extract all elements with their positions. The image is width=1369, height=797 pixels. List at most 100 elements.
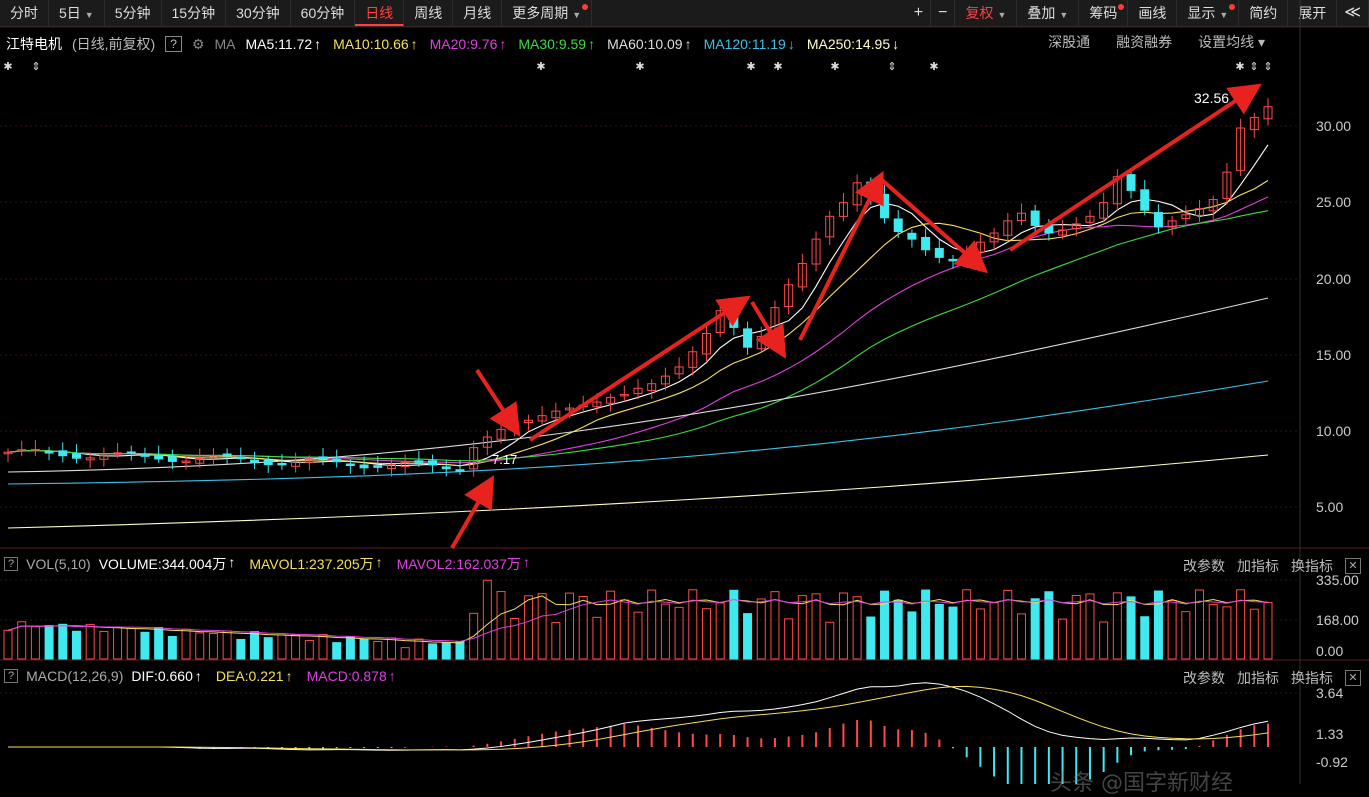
volume-bar [784,618,794,660]
macd-help-icon[interactable]: ? [4,669,19,683]
candle-body [250,459,260,463]
trend-arrow-icon: ↑ [194,668,202,684]
volume-bar [523,595,533,660]
candle-body [948,258,958,262]
candle-body [1153,211,1163,228]
volume-bar [428,643,438,660]
volume-bar [263,637,273,660]
volume-bar [236,638,246,660]
volume-bar [345,636,355,660]
volume-bar [250,631,260,660]
volume-bar [373,641,383,660]
event-marker-icon: ⇕ [31,61,40,73]
candle-body [140,454,150,457]
volume-bar [332,642,342,660]
volume-ma-lines [7,595,1269,644]
volume-bar [386,637,396,660]
volume-bar [44,625,54,660]
axis-tick-label: 10.00 [1316,423,1352,439]
candle-body [154,455,164,460]
volume-help-icon[interactable]: ? [4,557,19,571]
panel-action-1[interactable]: 加指标 [1237,668,1279,688]
volume-bar [71,630,81,660]
axis-tick-label: 15.00 [1316,347,1352,363]
close-icon[interactable]: ✕ [1345,670,1361,686]
trend-arrow [475,368,521,437]
candle-body [44,451,54,454]
volume-bar [565,592,575,660]
volume-bar [1140,616,1150,660]
field-0: DIF:0.660 [131,668,193,684]
volume-bar [441,642,451,660]
volume-bar [455,641,465,660]
volume-bar [414,638,424,660]
trend-arrow [450,475,494,549]
high-annotation: 32.56 [1194,90,1230,106]
volume-bar [893,599,903,660]
volume-bar [606,590,616,660]
volume-bar [770,591,780,660]
volume-bar [1181,611,1191,660]
candle-body [263,459,273,466]
volume-bar [58,623,68,660]
macd-values: DIF:0.660 ↑ DEA:0.221 ↑ MACD:0.878 ↑ [131,668,409,684]
event-marker-icon: ⇕ [1249,61,1258,73]
volume-bar [1099,621,1109,660]
candle-body [934,247,944,258]
field-2: MAVOL2:162.037万 [396,556,521,572]
event-marker-icon: ✱ [3,61,12,73]
volume-bar [1126,596,1136,660]
candle-body [318,456,328,460]
panel-action-1[interactable]: 加指标 [1237,556,1279,576]
candle-body [222,453,232,457]
volume-bar [3,629,13,660]
volume-bar [1249,608,1259,660]
trend-arrow [750,300,787,359]
volume-bar [1153,590,1163,660]
axis-tick-label: 20.00 [1316,271,1352,287]
macd-label-bar: ? MACD(12,26,9) DIF:0.660 ↑ DEA:0.221 ↑ MACD… [0,666,410,686]
volume-bar [907,611,917,660]
event-marker-icon: ✱ [635,61,644,73]
field-1: DEA:0.221 [215,668,284,684]
volume-bar [154,626,164,660]
axis-tick-label: 30.00 [1316,118,1352,134]
ma-line [7,210,1269,462]
candle-body [71,453,81,459]
low-annotation: 7.17 [492,452,518,467]
axis-tick-label: 5.00 [1316,499,1344,515]
volume-bar [1058,618,1068,660]
candle-body [1030,210,1040,226]
volume-bar [701,608,711,660]
volume-bar [715,602,725,660]
volume-bar [647,589,657,660]
candle-body [345,463,355,466]
volume-bar [1016,613,1026,660]
volume-bar [496,591,506,660]
event-markers: ✱ ⇕ ✱ ✱ ✱ ✱ ✱ ⇕ ✱ ✱ ⇕ ⇕ [3,61,1272,73]
volume-bar [181,628,191,660]
field-2: MACD:0.878 [306,668,387,684]
volume-bar [1263,601,1273,660]
volume-bar [811,593,821,660]
volume-bar [1195,589,1205,660]
volume-bar [99,630,109,660]
panel-action-0[interactable]: 改参数 [1183,668,1225,688]
candle-body [729,308,739,328]
volume-bar [619,599,629,660]
candle-body [921,236,931,251]
candle-body [359,464,369,469]
candle-body [893,218,903,233]
volume-ma-line [7,595,1269,644]
volume-bar [195,632,205,660]
volume-label-bar: ? VOL(5,10) VOLUME:344.004万 ↑ MAVOL1:237.2… [0,554,544,574]
trend-arrow-icon: ↑ [228,554,236,570]
panel-action-0[interactable]: 改参数 [1183,556,1225,576]
candle-body [126,451,136,454]
volume-bar [222,630,232,660]
event-marker-icon: ✱ [1235,61,1244,73]
volume-bar [592,616,602,660]
volume-bar [208,633,218,660]
event-marker-icon: ✱ [773,61,782,73]
volume-bar [948,606,958,660]
